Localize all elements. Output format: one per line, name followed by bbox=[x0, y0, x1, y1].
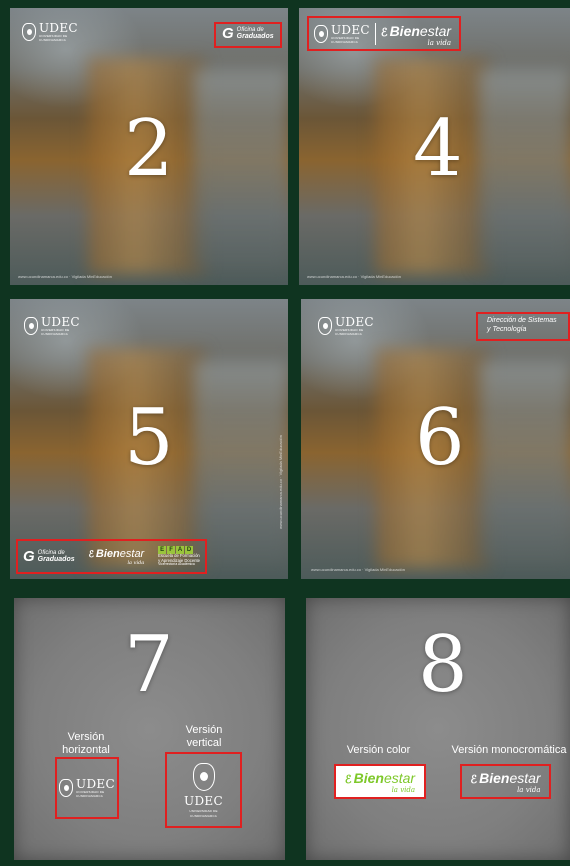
bienestar-tagline: la vida bbox=[391, 786, 416, 794]
udec-sub-2: CUNDINAMARCA bbox=[39, 38, 66, 42]
vertical-label-line-2: vertical bbox=[186, 736, 222, 749]
graduados-line-2: Graduados bbox=[236, 32, 274, 40]
bienestar-tagline: la vida bbox=[517, 786, 541, 794]
footer-url-text: www.ucundinamarca.edu.co bbox=[307, 274, 358, 279]
udec-seal-icon bbox=[318, 317, 332, 335]
panel-number: 7 bbox=[124, 620, 174, 710]
direccion-line-2: y Tecnología bbox=[487, 325, 527, 333]
udec-seal-icon bbox=[314, 24, 328, 43]
side-footer: www.ucundinamarca.edu.co · Vigilada MinE… bbox=[278, 435, 283, 529]
panel-8: 8 Versión color Versión monocromática bbox=[306, 598, 570, 860]
udec-sub-2: CUNDINAMARCA bbox=[190, 813, 217, 818]
panel-2: UDEC UNIVERSIDAD DE CUNDINAMARCA 2 www.u… bbox=[10, 8, 288, 285]
graduados-g-icon: G bbox=[23, 548, 35, 565]
bienestar-word-bold: Bien bbox=[479, 770, 510, 786]
udec-title: UDEC bbox=[76, 777, 115, 791]
bienestar-icon: ℰ bbox=[344, 774, 352, 786]
bienestar-word-rest: estar bbox=[119, 547, 145, 560]
highlight-horizontal-logo: UDEC UNIVERSIDAD DE CUNDINAMARCA bbox=[55, 757, 119, 819]
bienestar-color-logo: ℰ Bienestar la vida bbox=[344, 770, 416, 794]
side-footer-hashtag: Vigilada MinEducación bbox=[278, 435, 283, 476]
horizontal-label-line-1: Versión bbox=[67, 731, 105, 743]
bienestar-word-rest: estar bbox=[419, 22, 452, 39]
udec-logo: UDEC UNIVERSIDAD DE CUNDINAMARCA bbox=[318, 316, 374, 336]
udec-logo: UDEC UNIVERSIDAD DE CUNDINAMARCA bbox=[314, 24, 370, 44]
footer-url: www.ucundinamarca.edu.co · Vigilada MinE… bbox=[311, 567, 405, 572]
footer-hashtag: Vigilada MinEducación bbox=[71, 274, 112, 279]
udec-sub-2: CUNDINAMARCA bbox=[41, 332, 68, 336]
bienestar-word-rest: estar bbox=[383, 770, 416, 786]
highlight-vertical-logo: UDEC UNIVERSIDAD DE CUNDINAMARCA bbox=[165, 752, 242, 828]
highlight-bienestar-color-logo: ℰ Bienestar la vida bbox=[334, 764, 426, 799]
udec-sub-2: CUNDINAMARCA bbox=[76, 794, 103, 798]
udec-sub-2: CUNDINAMARCA bbox=[331, 39, 358, 44]
panel-number: 5 bbox=[124, 393, 174, 483]
graduados-logo: G Oficina de Graduados bbox=[23, 549, 75, 564]
bienestar-icon: ℰ bbox=[380, 26, 388, 39]
logo-divider bbox=[374, 22, 376, 45]
bienestar-word-bold: Bien bbox=[353, 770, 384, 786]
vertical-version-label: Versión vertical bbox=[174, 724, 234, 749]
udec-seal-icon bbox=[22, 23, 36, 41]
side-footer-url: www.ucundinamarca.edu.co bbox=[278, 478, 283, 529]
udec-logo: UDEC UNIVERSIDAD DE CUNDINAMARCA bbox=[22, 22, 78, 42]
panel-5: UDEC UNIVERSIDAD DE CUNDINAMARCA 5 www.u… bbox=[10, 299, 288, 579]
horizontal-label-line-2: horizontal bbox=[62, 743, 110, 756]
graduados-line-2: Graduados bbox=[37, 555, 75, 563]
panel-number: 2 bbox=[124, 104, 174, 194]
direccion-line-1: Dirección de Sistemas bbox=[487, 317, 557, 324]
bienestar-tagline: la vida bbox=[427, 38, 452, 47]
footer-hashtag: Vigilada MinEducación bbox=[364, 567, 405, 572]
bienestar-tagline: la vida bbox=[127, 559, 145, 566]
bienestar-word-bold: Bien bbox=[95, 547, 120, 560]
highlight-bienestar-mono-logo: ℰ Bienestar la vida bbox=[460, 764, 551, 799]
bienestar-logo: ℰ Bienestar la vida bbox=[380, 22, 452, 47]
bienestar-icon: ℰ bbox=[88, 548, 94, 559]
footer-url-text: www.ucundinamarca.edu.co bbox=[311, 567, 362, 572]
color-version-label: Versión color bbox=[346, 744, 411, 756]
udec-title: UDEC bbox=[335, 315, 374, 329]
udec-seal-icon bbox=[24, 317, 38, 335]
panel-number: 6 bbox=[415, 393, 465, 483]
bienestar-word-rest: estar bbox=[509, 770, 541, 786]
footer-hashtag: Vigilada MinEducación bbox=[360, 274, 401, 279]
panel-6: UDEC UNIVERSIDAD DE CUNDINAMARCA 6 www.u… bbox=[301, 299, 570, 579]
udec-sub-1: UNIVERSIDAD DE bbox=[189, 808, 218, 813]
footer-url: www.ucundinamarca.edu.co · Vigilada MinE… bbox=[18, 274, 112, 279]
udec-title: UDEC bbox=[331, 22, 370, 37]
panel-number: 4 bbox=[413, 104, 463, 194]
mono-version-label: Versión monocromática bbox=[451, 744, 567, 756]
udec-title: UDEC bbox=[41, 315, 80, 329]
udec-seal-icon bbox=[59, 779, 74, 797]
udec-seal-icon bbox=[192, 762, 215, 791]
highlight-graduados-logo: G Oficina de Graduados bbox=[214, 22, 282, 48]
efad-line-3: Vicerrectoría Académica bbox=[158, 562, 195, 567]
udec-title: UDEC bbox=[39, 21, 78, 35]
udec-sub-2: CUNDINAMARCA bbox=[335, 332, 362, 336]
udec-horizontal-logo: UDEC UNIVERSIDAD DE CUNDINAMARCA bbox=[59, 778, 115, 798]
bienestar-icon: ℰ bbox=[470, 774, 478, 786]
graduados-logo: G Oficina de Graduados bbox=[216, 24, 280, 41]
panel-number: 8 bbox=[418, 620, 468, 710]
footer-url-text: www.ucundinamarca.edu.co bbox=[18, 274, 69, 279]
horizontal-version-label: Versión horizontal bbox=[56, 731, 116, 756]
bienestar-word-bold: Bien bbox=[389, 22, 420, 39]
bienestar-mono-logo: ℰ Bienestar la vida bbox=[470, 770, 541, 794]
highlight-bottom-logos: G Oficina de Graduados ℰ Bienestar la vi… bbox=[16, 539, 207, 574]
graduados-g-icon: G bbox=[222, 25, 234, 42]
udec-logo: UDEC UNIVERSIDAD DE CUNDINAMARCA bbox=[24, 316, 80, 336]
efad-logo: E F A D Escuela de Formación y Aprendiza… bbox=[158, 545, 200, 568]
vertical-label-line-1: Versión bbox=[185, 724, 223, 736]
highlight-direccion-text: Dirección de Sistemas y Tecnología bbox=[476, 312, 570, 341]
udec-title: UDEC bbox=[184, 793, 223, 808]
bienestar-logo: ℰ Bienestar la vida bbox=[88, 548, 144, 566]
panel-7: 7 Versión horizontal Versión vertical bbox=[14, 598, 285, 860]
highlight-udec-bienestar-logo: UDEC UNIVERSIDAD DE CUNDINAMARCA ℰ Biene… bbox=[307, 16, 461, 51]
footer-url: www.ucundinamarca.edu.co · Vigilada MinE… bbox=[307, 274, 401, 279]
